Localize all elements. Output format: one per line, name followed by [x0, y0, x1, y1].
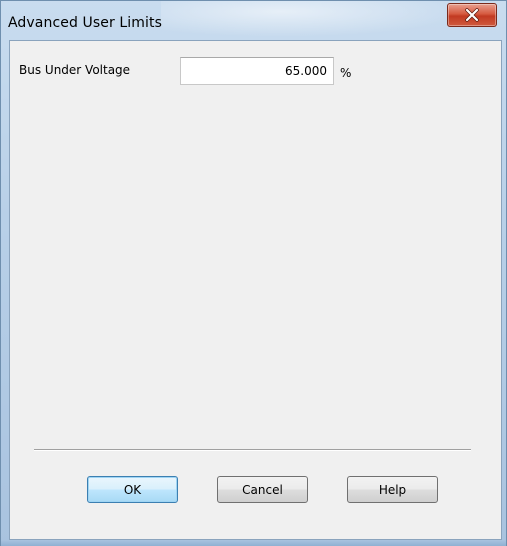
bus-under-voltage-label: Bus Under Voltage — [19, 63, 131, 77]
window-title: Advanced User Limits — [8, 15, 162, 31]
window-bottom-border — [1, 540, 506, 546]
title-bar-glare — [161, 1, 461, 37]
close-icon — [448, 4, 496, 26]
bus-under-voltage-unit: % — [340, 66, 352, 80]
dialog-client-area — [9, 40, 502, 540]
bus-under-voltage-input[interactable] — [180, 57, 334, 85]
dialog-window: Advanced User Limits Bus Under Voltage %… — [0, 0, 507, 546]
ok-button[interactable]: OK — [87, 476, 178, 503]
button-separator — [34, 449, 471, 451]
help-button[interactable]: Help — [347, 476, 438, 503]
close-button[interactable] — [447, 3, 497, 27]
cancel-button[interactable]: Cancel — [217, 476, 308, 503]
title-bar[interactable]: Advanced User Limits — [1, 1, 506, 41]
